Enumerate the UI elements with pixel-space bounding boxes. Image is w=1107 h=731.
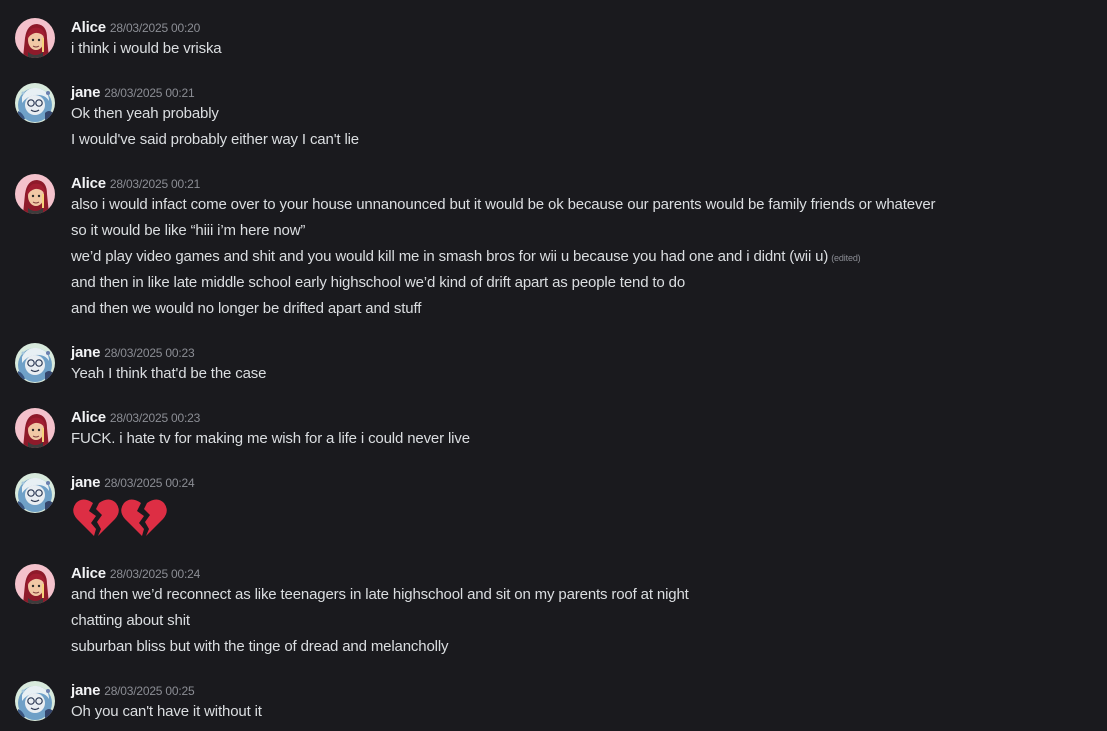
- timestamp[interactable]: 28/03/2025 00:20: [110, 21, 200, 35]
- broken-heart-icon[interactable]: [119, 493, 167, 541]
- jane-avatar[interactable]: [15, 681, 55, 721]
- message-text-content: we’d play video games and shit and you w…: [71, 248, 829, 265]
- author-name[interactable]: Alice: [71, 19, 106, 36]
- message-text: we’d play video games and shit and you w…: [71, 247, 861, 267]
- jane-avatar[interactable]: [15, 343, 55, 383]
- timestamp[interactable]: 28/03/2025 00:24: [104, 476, 194, 490]
- message-text: Yeah I think that'd be the case: [71, 365, 267, 382]
- message-text: and then we’d reconnect as like teenager…: [71, 586, 689, 603]
- message-header: jane 28/03/2025 00:23: [71, 344, 195, 364]
- alice-avatar[interactable]: [15, 408, 55, 448]
- author-name[interactable]: jane: [71, 682, 100, 699]
- author-name[interactable]: Alice: [71, 565, 106, 582]
- message-text: chatting about shit: [71, 612, 190, 629]
- message-text: Oh you can't have it without it: [71, 703, 262, 720]
- timestamp[interactable]: 28/03/2025 00:21: [110, 177, 200, 191]
- message-header: Alice 28/03/2025 00:20: [71, 19, 200, 39]
- timestamp[interactable]: 28/03/2025 00:21: [104, 86, 194, 100]
- author-name[interactable]: Alice: [71, 409, 106, 426]
- message-text: and then in like late middle school earl…: [71, 274, 686, 291]
- timestamp[interactable]: 28/03/2025 00:24: [110, 567, 200, 581]
- message-header: jane 28/03/2025 00:25: [71, 682, 195, 702]
- message-header: Alice 28/03/2025 00:24: [71, 565, 200, 585]
- message-text: so it would be like “hiii i’m here now”: [71, 222, 306, 239]
- message-header: jane 28/03/2025 00:24: [71, 474, 195, 494]
- author-name[interactable]: Alice: [71, 175, 106, 192]
- message-header: jane 28/03/2025 00:21: [71, 84, 195, 104]
- message-text: FUCK. i hate tv for making me wish for a…: [71, 430, 470, 447]
- author-name[interactable]: jane: [71, 344, 100, 361]
- message-header: Alice 28/03/2025 00:21: [71, 175, 200, 195]
- alice-avatar[interactable]: [15, 174, 55, 214]
- author-name[interactable]: jane: [71, 84, 100, 101]
- alice-avatar[interactable]: [15, 18, 55, 58]
- broken-heart-icon[interactable]: [71, 493, 119, 541]
- timestamp[interactable]: 28/03/2025 00:23: [110, 411, 200, 425]
- chat-message-list: Alice 28/03/2025 00:20 i think i would be…: [0, 0, 1107, 731]
- edited-label: (edited): [831, 253, 861, 263]
- message-text: I would've said probably either way I ca…: [71, 131, 359, 148]
- message-text: also i would infact come over to your ho…: [71, 196, 936, 213]
- message-text: suburban bliss but with the tinge of dre…: [71, 638, 449, 655]
- alice-avatar[interactable]: [15, 564, 55, 604]
- jane-avatar[interactable]: [15, 83, 55, 123]
- message-header: Alice 28/03/2025 00:23: [71, 409, 200, 429]
- message-text: and then we would no longer be drifted a…: [71, 300, 422, 317]
- message-text: i think i would be vriska: [71, 40, 222, 57]
- timestamp[interactable]: 28/03/2025 00:25: [104, 684, 194, 698]
- author-name[interactable]: jane: [71, 474, 100, 491]
- jane-avatar[interactable]: [15, 473, 55, 513]
- timestamp[interactable]: 28/03/2025 00:23: [104, 346, 194, 360]
- emoji-message: [71, 493, 167, 541]
- message-text: Ok then yeah probably: [71, 105, 219, 122]
